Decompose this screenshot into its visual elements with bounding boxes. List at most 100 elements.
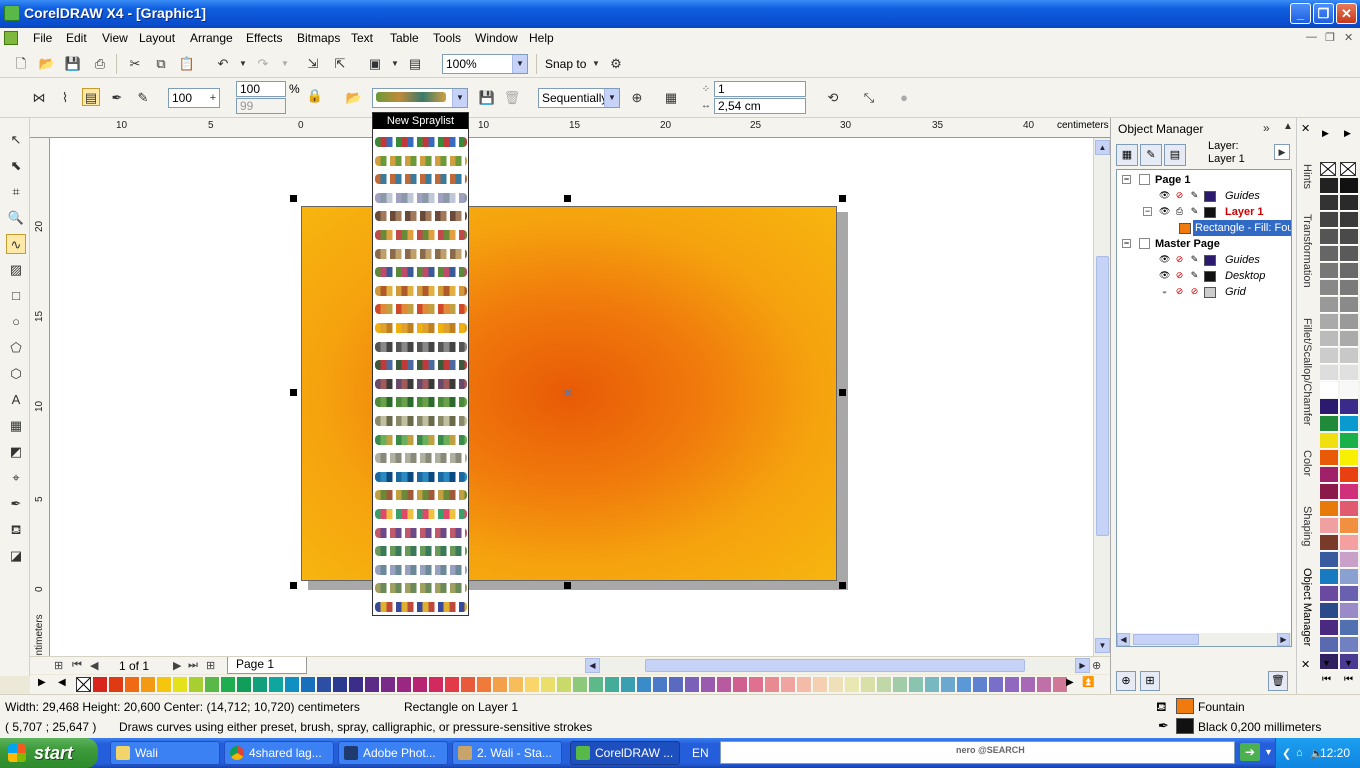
print-disabled-icon[interactable]: ⊘ [1174,270,1185,281]
eye-icon[interactable]: 👁 [1159,190,1170,201]
color-swatch[interactable] [93,677,108,692]
color-swatch[interactable] [605,677,620,692]
spraylist-item[interactable] [375,248,467,259]
eye-hidden-icon[interactable]: ◒ [1159,286,1170,297]
scroll-left-arrow-icon[interactable]: ◀ [585,658,600,673]
scrollbar-thumb[interactable] [645,659,1025,672]
horizontal-ruler[interactable]: 10 5 0 5 10 15 20 25 30 35 40 centimeter… [30,118,1110,138]
add-to-spraylist-icon[interactable]: ⊕ [628,89,646,107]
color-swatch[interactable] [1320,280,1338,296]
outline-pen-icon[interactable]: ✒ [1158,718,1169,734]
color-swatch[interactable] [701,677,716,692]
launcher-dropdown-icon[interactable]: ▼ [386,55,404,73]
tab-fillet-scallop-chamfer[interactable]: Fillet/Scallop/Chamfer [1301,318,1313,426]
edit-disabled-icon[interactable]: ⊘ [1189,286,1200,297]
color-swatch[interactable] [733,677,748,692]
color-swatch[interactable] [813,677,828,692]
color-swatch[interactable] [1320,263,1338,279]
layer-manager-view-icon[interactable]: ▤ [1164,144,1186,166]
color-swatch[interactable] [1340,195,1358,211]
paste-icon[interactable]: 📋 [178,55,196,73]
color-swatch[interactable] [1320,450,1338,466]
interactive-blend-tool-icon[interactable]: ◩ [6,442,26,462]
color-swatch[interactable] [1340,620,1358,636]
search-dropdown-icon[interactable]: ▼ [1264,747,1273,757]
tree-layer-guides[interactable]: 👁 ⊘ ✎ Guides [1117,188,1291,204]
snap-dropdown-icon[interactable]: ▼ [587,55,605,73]
pick-tool-icon[interactable]: ↖ [6,130,26,150]
spraylist-item[interactable] [375,174,467,185]
color-swatch[interactable] [781,677,796,692]
maximize-button[interactable]: ❐ [1313,3,1334,24]
spraylist-item[interactable] [375,527,467,538]
spraylist-item[interactable] [375,267,467,278]
color-swatch[interactable] [829,677,844,692]
scale-percent-field[interactable]: 99 [236,98,286,114]
print-disabled-icon[interactable]: ⊘ [1174,190,1185,201]
color-swatch[interactable] [445,677,460,692]
color-swatch[interactable] [1340,467,1358,483]
color-swatch[interactable] [1320,552,1338,568]
color-swatch[interactable] [189,677,204,692]
color-swatch[interactable] [573,677,588,692]
document-icon[interactable] [4,31,18,45]
no-fill-swatch[interactable] [1340,162,1356,176]
palette-expand-icon[interactable]: ⏮ [1344,674,1353,685]
spraylist-item[interactable] [375,137,467,147]
color-swatch[interactable] [125,677,140,692]
spraylist-item[interactable] [375,434,467,445]
tree-master-desktop[interactable]: 👁 ⊘ ✎ Desktop [1117,268,1291,284]
spraylist-dialog-icon[interactable]: ▦ [662,89,680,107]
color-swatch[interactable] [1320,212,1338,228]
tab-object-manager[interactable]: Object Manager [1301,568,1313,646]
tree-master-grid[interactable]: ◒ ⊘ ⊘ Grid [1117,284,1291,300]
color-swatch[interactable] [237,677,252,692]
menu-edit[interactable]: Edit [66,31,87,45]
menu-view[interactable]: View [102,31,128,45]
tab-hints[interactable]: Hints [1301,164,1313,189]
color-swatch[interactable] [989,677,1004,692]
menu-bitmaps[interactable]: Bitmaps [297,31,340,45]
color-swatch[interactable] [141,677,156,692]
crop-tool-icon[interactable]: ⌗ [6,182,26,202]
color-swatch[interactable] [909,677,924,692]
color-swatch[interactable] [653,677,668,692]
tree-master-page[interactable]: − Master Page [1117,236,1291,252]
color-swatch[interactable] [1340,416,1358,432]
color-swatch[interactable] [173,677,188,692]
copy-icon[interactable]: ⧉ [152,55,170,73]
spraylist-item[interactable] [375,397,467,408]
color-swatch[interactable] [157,677,172,692]
printer-icon[interactable]: ⎙ [1174,206,1185,217]
spraylist-item[interactable] [375,471,467,482]
color-swatch[interactable] [1340,399,1358,415]
vertical-scrollbar[interactable]: ▲ ▼ [1093,138,1110,656]
plus-icon[interactable]: + [204,89,222,107]
color-swatch[interactable] [877,677,892,692]
color-swatch[interactable] [1320,433,1338,449]
application-launcher-icon[interactable]: ▣ [366,55,384,73]
spraylist-item[interactable] [375,490,467,501]
text-tool-icon[interactable]: A [6,390,26,410]
color-swatch[interactable] [1021,677,1036,692]
fill-tool-icon[interactable]: ⛾ [6,520,26,540]
size-percent-field[interactable]: 100 [236,81,286,97]
spraylist-item[interactable] [375,211,467,222]
doc-close-button[interactable]: ✕ [1344,31,1353,44]
minimize-button[interactable]: _ [1290,3,1311,24]
color-swatch[interactable] [1340,297,1358,313]
scroll-right-arrow-icon[interactable]: ▶ [1277,633,1290,646]
color-swatch[interactable] [333,677,348,692]
palette-menu-icon[interactable]: ▶ [38,677,46,688]
color-swatch[interactable] [557,677,572,692]
insert-page-after-icon[interactable]: ⊞ [206,659,215,672]
color-swatch[interactable] [1320,195,1338,211]
redo-dropdown-icon[interactable]: ▼ [276,55,294,73]
color-swatch[interactable] [1320,637,1338,653]
color-swatch[interactable] [925,677,940,692]
sprayer-icon[interactable]: ▤ [82,88,100,106]
color-swatch[interactable] [205,677,220,692]
color-swatch[interactable] [749,677,764,692]
no-fill-swatch[interactable] [76,677,91,692]
tab-shaping[interactable]: Shaping [1301,506,1313,546]
